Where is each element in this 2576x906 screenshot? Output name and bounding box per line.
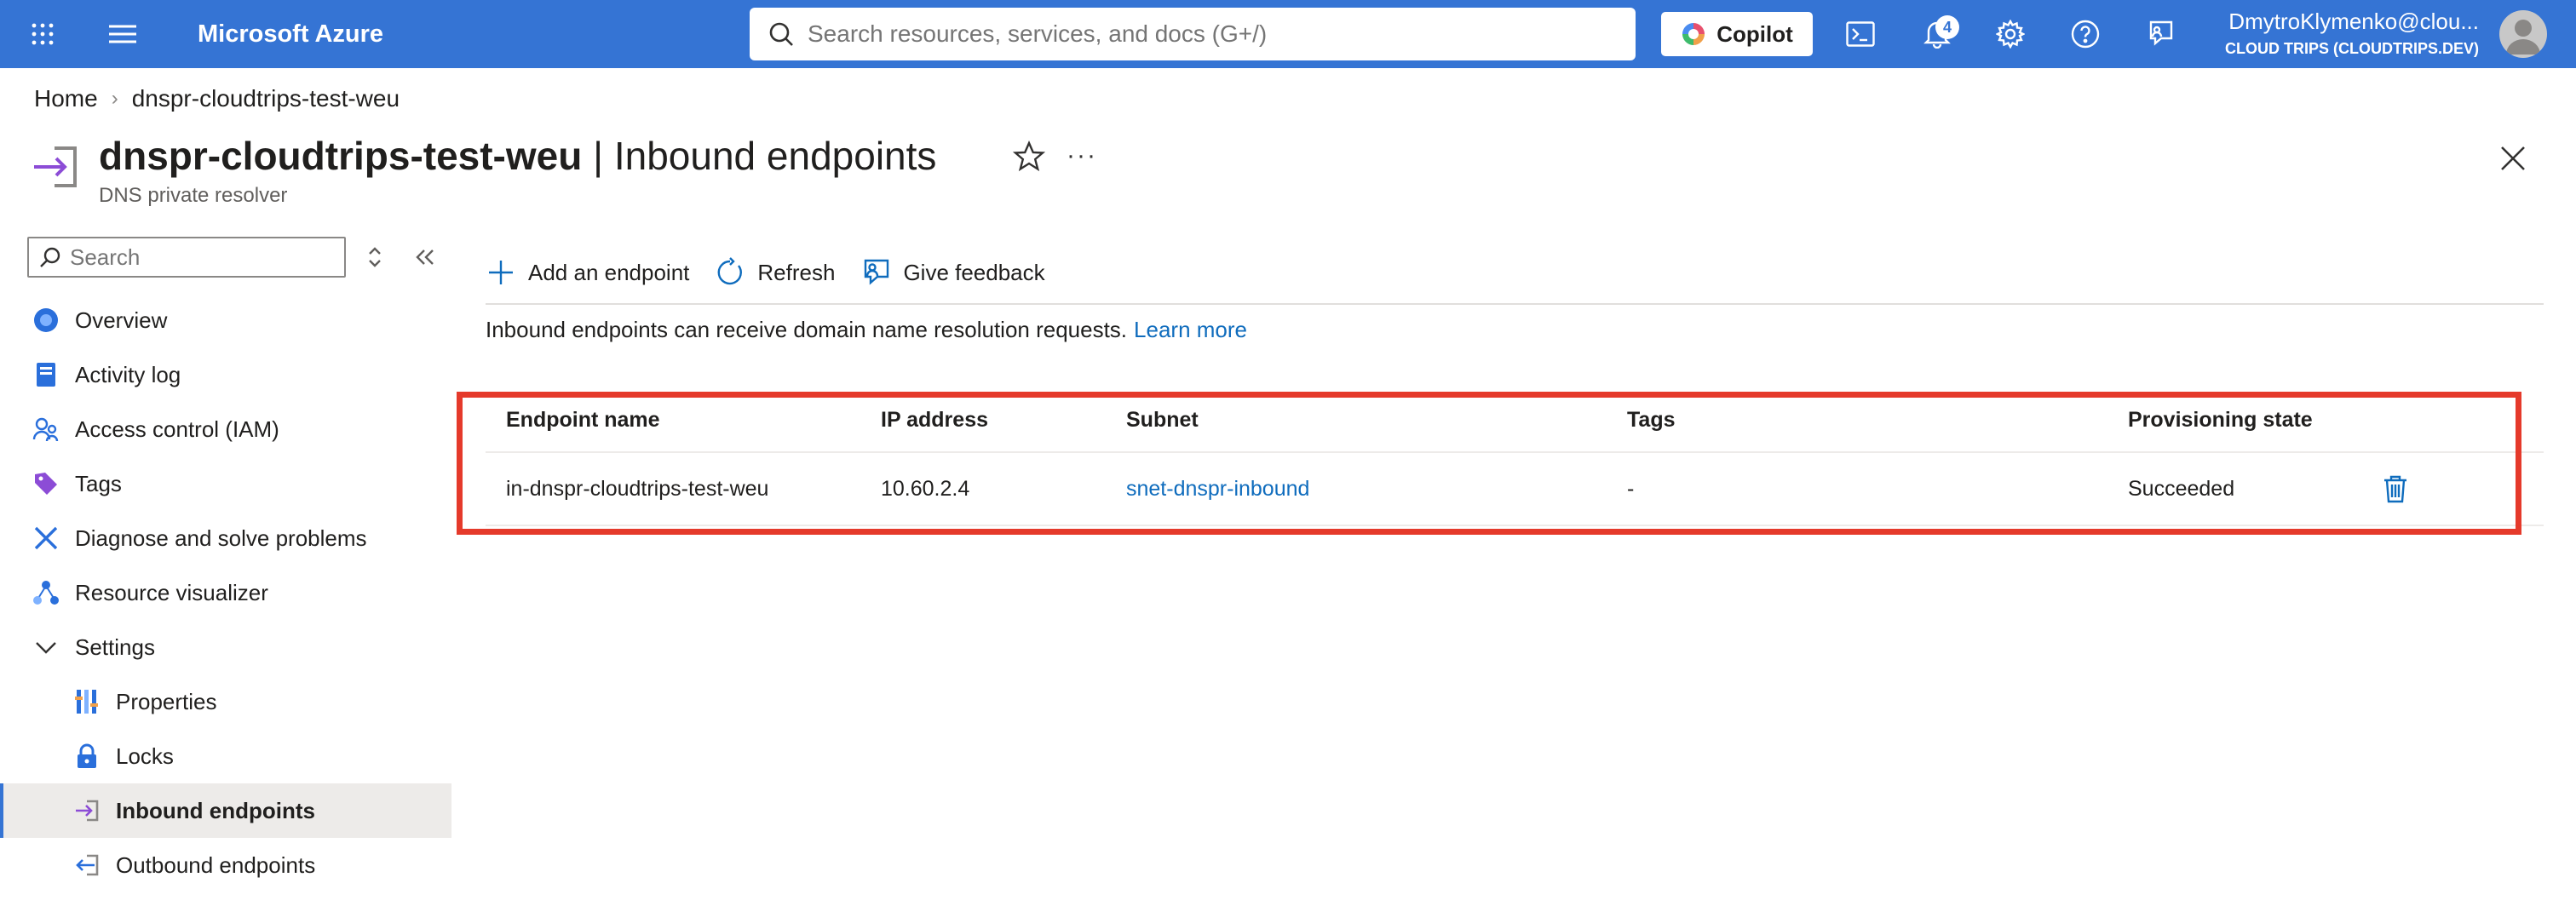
nav-item-properties[interactable]: Properties: [0, 674, 451, 729]
account-info[interactable]: DmytroKlymenko@clou... CLOUD TRIPS (CLOU…: [2208, 9, 2479, 58]
inbound-endpoint-resource-icon: [34, 146, 77, 187]
nav-item-access-control[interactable]: Access control (IAM): [0, 402, 451, 456]
expand-collapse-icon[interactable]: [361, 244, 388, 271]
nav-group-settings[interactable]: Settings: [0, 620, 451, 674]
column-header-tags[interactable]: Tags: [1627, 388, 1676, 451]
settings-gear-icon[interactable]: [1993, 0, 2027, 68]
search-icon: [769, 22, 793, 46]
collapse-menu-icon[interactable]: [411, 244, 438, 271]
refresh-button[interactable]: Refresh: [715, 257, 835, 288]
resource-type: DNS private resolver: [99, 184, 288, 207]
add-endpoint-button[interactable]: Add an endpoint: [486, 257, 689, 288]
page-name: | Inbound endpoints: [582, 134, 937, 178]
column-header-ip-address[interactable]: IP address: [881, 388, 988, 451]
nav-item-locks[interactable]: Locks: [0, 729, 451, 783]
copilot-icon: [1682, 23, 1705, 45]
page-title: dnspr-cloudtrips-test-weu | Inbound endp…: [99, 133, 936, 179]
feedback-icon[interactable]: [2143, 0, 2177, 68]
table-row[interactable]: in-dnspr-cloudtrips-test-weu 10.60.2.4 s…: [486, 453, 2544, 526]
notification-count-badge: 4: [1935, 15, 1959, 39]
add-endpoint-label: Add an endpoint: [528, 259, 690, 285]
learn-more-link[interactable]: Learn more: [1134, 317, 1247, 342]
global-search[interactable]: [750, 8, 1636, 60]
global-search-input[interactable]: [808, 20, 1574, 48]
give-feedback-label: Give feedback: [903, 259, 1045, 285]
nav-item-resource-visualizer[interactable]: Resource visualizer: [0, 565, 451, 620]
endpoint-name-cell: in-dnspr-cloudtrips-test-weu: [506, 476, 769, 501]
nav-label: Diagnose and solve problems: [75, 525, 367, 551]
nav-search[interactable]: [27, 237, 346, 278]
command-bar-divider: [486, 303, 2544, 305]
nav-item-activity-log[interactable]: Activity log: [0, 347, 451, 402]
give-feedback-button[interactable]: Give feedback: [860, 257, 1045, 288]
command-bar: Add an endpoint Refresh Give feedback: [486, 249, 1045, 296]
refresh-label: Refresh: [757, 259, 836, 285]
account-tenant: CLOUD TRIPS (CLOUDTRIPS.DEV): [2224, 40, 2479, 57]
nav-label: Access control (IAM): [75, 416, 279, 442]
refresh-icon: [717, 257, 743, 285]
nav-label: Settings: [75, 634, 155, 660]
nav-item-outbound-endpoints[interactable]: Outbound endpoints: [0, 838, 451, 892]
feedback-icon: [865, 259, 889, 285]
wrench-icon: [34, 526, 58, 550]
info-text: Inbound endpoints can receive domain nam…: [486, 317, 1247, 343]
breadcrumb: Home › dnspr-cloudtrips-test-weu: [34, 83, 400, 114]
plus-icon: [489, 261, 513, 284]
table-header: Endpoint name IP address Subnet Tags Pro…: [486, 388, 2544, 453]
overview-icon: [34, 308, 58, 332]
inbound-icon: [76, 800, 99, 822]
properties-icon: [75, 690, 98, 714]
column-header-provisioning-state[interactable]: Provisioning state: [2128, 388, 2313, 451]
hamburger-menu-icon[interactable]: [106, 0, 140, 68]
chevron-right-icon: ›: [111, 87, 118, 110]
delete-trash-icon[interactable]: [2380, 473, 2411, 504]
cloud-shell-icon[interactable]: [1843, 0, 1877, 68]
nav-label: Inbound endpoints: [116, 797, 315, 823]
lock-icon: [78, 743, 96, 768]
help-icon[interactable]: [2068, 0, 2102, 68]
breadcrumb-resource[interactable]: dnspr-cloudtrips-test-weu: [132, 85, 400, 112]
nav-item-diagnose[interactable]: Diagnose and solve problems: [0, 511, 451, 565]
tags-cell: -: [1627, 476, 1635, 501]
column-header-subnet[interactable]: Subnet: [1126, 388, 1199, 451]
nav-item-overview[interactable]: Overview: [0, 293, 451, 347]
visualizer-icon: [33, 581, 59, 605]
breadcrumb-home[interactable]: Home: [34, 85, 98, 112]
outbound-icon: [76, 854, 99, 876]
close-icon[interactable]: [2498, 143, 2528, 174]
side-nav: Overview Activity log Access control (IA…: [0, 293, 451, 892]
iam-icon: [32, 417, 59, 442]
resource-name: dnspr-cloudtrips-test-weu: [99, 134, 583, 178]
account-user: DmytroKlymenko@clou...: [2228, 9, 2479, 34]
column-header-endpoint-name[interactable]: Endpoint name: [506, 388, 660, 451]
nav-label: Properties: [116, 688, 217, 714]
favorite-star-icon[interactable]: [1012, 140, 1046, 174]
more-options-icon[interactable]: ···: [1067, 141, 1097, 170]
avatar[interactable]: [2499, 10, 2547, 58]
nav-label: Resource visualizer: [75, 579, 268, 605]
copilot-button[interactable]: Copilot: [1661, 12, 1813, 56]
tag-icon: [35, 473, 57, 495]
copilot-label: Copilot: [1716, 20, 1793, 47]
info-description: Inbound endpoints can receive domain nam…: [486, 317, 1128, 342]
subnet-link[interactable]: snet-dnspr-inbound: [1126, 477, 1309, 502]
nav-item-inbound-endpoints[interactable]: Inbound endpoints: [0, 783, 451, 838]
top-bar: Microsoft Azure Copilot 4 DmytroKlymenko…: [0, 0, 2576, 68]
activity-log-icon: [37, 363, 55, 387]
nav-label: Tags: [75, 470, 122, 496]
nav-label: Overview: [75, 307, 168, 333]
nav-item-tags[interactable]: Tags: [0, 456, 451, 511]
subnet-cell: snet-dnspr-inbound: [1126, 453, 1309, 525]
endpoints-table: Endpoint name IP address Subnet Tags Pro…: [486, 388, 2544, 526]
nav-label: Activity log: [75, 361, 181, 387]
nav-label: Locks: [116, 743, 174, 769]
ip-address-cell: 10.60.2.4: [881, 476, 970, 501]
nav-search-input[interactable]: [70, 244, 334, 271]
nav-label: Outbound endpoints: [116, 852, 316, 878]
app-launcher-icon[interactable]: [26, 0, 60, 68]
provisioning-state-cell: Succeeded: [2128, 476, 2235, 501]
chevron-down-icon: [36, 642, 56, 654]
brand-title[interactable]: Microsoft Azure: [198, 0, 383, 68]
search-icon: [40, 247, 60, 267]
